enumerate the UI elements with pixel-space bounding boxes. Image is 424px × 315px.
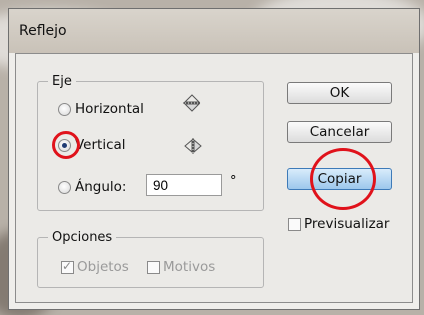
copy-button-highlight xyxy=(310,148,376,210)
patterns-checkbox[interactable] xyxy=(147,260,160,274)
ok-button[interactable]: OK xyxy=(287,82,392,104)
objects-checkbox[interactable] xyxy=(61,259,74,274)
reflect-vertical-icon xyxy=(184,138,202,154)
patterns-option[interactable]: Motivos xyxy=(147,259,215,275)
dialog-body: Eje Horizontal Vertical Ángulo: ° O xyxy=(15,53,413,303)
cancel-button[interactable]: Cancelar xyxy=(287,121,392,143)
horizontal-option[interactable]: Horizontal xyxy=(58,101,144,117)
options-group-legend: Opciones xyxy=(52,230,113,245)
horizontal-label: Horizontal xyxy=(75,101,144,117)
axis-group-legend: Eje xyxy=(52,74,72,89)
angle-input[interactable] xyxy=(146,174,222,196)
angle-radio[interactable] xyxy=(58,180,71,194)
objects-option[interactable]: Objetos xyxy=(61,259,129,275)
horizontal-radio[interactable] xyxy=(58,102,71,116)
reflect-dialog: Reflejo Eje Horizontal Vertical Ángulo: xyxy=(8,8,420,310)
angle-label: Ángulo: xyxy=(75,179,127,195)
patterns-label: Motivos xyxy=(163,259,216,275)
reflect-horizontal-icon xyxy=(183,94,201,112)
objects-label: Objetos xyxy=(77,259,129,275)
vertical-label: Vertical xyxy=(75,137,126,153)
angle-option[interactable]: Ángulo: xyxy=(58,179,126,195)
preview-option[interactable]: Previsualizar xyxy=(288,216,389,232)
preview-checkbox[interactable] xyxy=(288,217,301,231)
preview-label: Previsualizar xyxy=(304,216,390,232)
dialog-title: Reflejo xyxy=(19,23,67,39)
vertical-radio-highlight xyxy=(52,131,80,159)
degree-symbol: ° xyxy=(230,174,237,189)
title-bar[interactable]: Reflejo xyxy=(9,9,419,53)
